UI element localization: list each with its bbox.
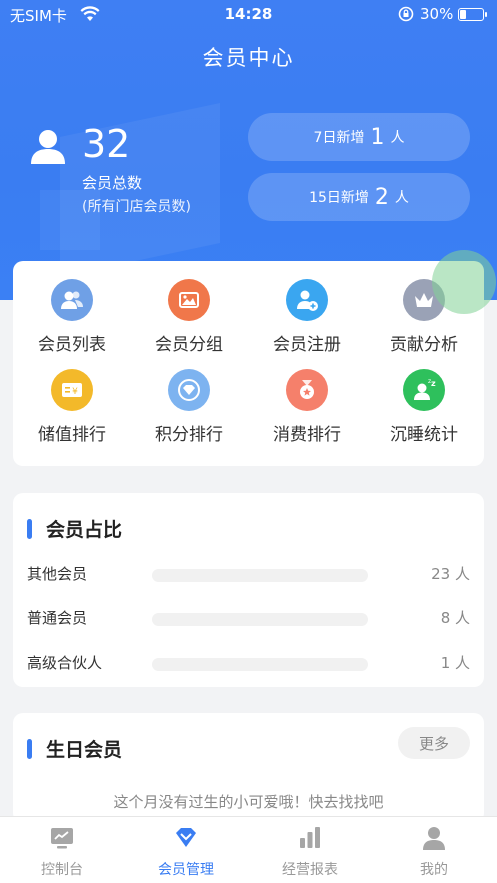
tab-label: 会员管理: [158, 862, 214, 878]
status-bar: 无SIM卡 14:28 30%: [0, 0, 497, 30]
svg-text:¥: ¥: [72, 387, 78, 397]
sleep-user-icon: zz: [403, 369, 445, 411]
menu-member-register[interactable]: 会员注册: [252, 279, 362, 355]
birthday-members-card: 生日会员 更多 这个月没有过生的小可爱哦！快去找找吧: [13, 713, 484, 823]
ratio-row-value: 23 人: [431, 565, 470, 583]
menu-label: 沉睡统计: [390, 425, 458, 445]
user-avatar-icon: [28, 126, 68, 166]
ratio-row: 普通会员 8 人: [27, 607, 470, 629]
birthday-empty-message: 这个月没有过生的小可爱哦！快去找找吧: [113, 793, 384, 811]
menu-label: 会员列表: [38, 335, 106, 355]
title-accent-bar: [27, 738, 32, 759]
ratio-row-name: 高级合伙人: [27, 654, 103, 672]
tab-member-management[interactable]: 会员管理: [124, 825, 248, 879]
ratio-progress-track: [152, 613, 368, 626]
ratio-row: 高级合伙人 1 人: [27, 652, 470, 674]
stored-value-icon: ¥: [51, 369, 93, 411]
member-manage-icon: [173, 825, 199, 851]
ratio-progress-track: [152, 658, 368, 671]
member-total-label: 会员总数: [82, 174, 143, 192]
new-15-value: 2: [374, 184, 389, 210]
member-total-count: 32: [82, 122, 131, 166]
dashboard-icon: [49, 825, 75, 851]
new-7-value: 1: [370, 124, 385, 150]
floating-assistant-button[interactable]: [432, 250, 496, 314]
menu-label: 会员分组: [155, 335, 223, 355]
new-7-label: 7日新增: [313, 130, 365, 146]
ratio-row-value: 1 人: [440, 654, 470, 672]
tab-label: 我的: [420, 862, 448, 878]
menu-member-group[interactable]: 会员分组: [134, 279, 244, 355]
new-members-7-days[interactable]: 7日新增 1 人: [248, 113, 470, 161]
bottom-tab-bar: 控制台 会员管理 经营报表 我的: [0, 816, 497, 883]
menu-label: 消费排行: [273, 425, 341, 445]
menu-sleep-statistics[interactable]: zz 沉睡统计: [369, 369, 479, 445]
ratio-row-value: 8 人: [440, 609, 470, 627]
member-list-icon: [51, 279, 93, 321]
menu-member-list[interactable]: 会员列表: [17, 279, 127, 355]
function-menu-card: 会员列表 会员分组 会员注册 贡献分析 ¥ 储值排行 积分排行 消费排行 z z…: [13, 261, 484, 466]
new-15-unit: 人: [394, 190, 409, 206]
tab-business-report[interactable]: 经营报表: [248, 825, 372, 879]
ratio-row-name: 普通会员: [27, 609, 88, 627]
battery-percent: 30%: [420, 5, 454, 23]
more-button[interactable]: 更多: [398, 727, 470, 759]
report-chart-icon: [297, 825, 323, 851]
battery-icon: [458, 8, 487, 21]
menu-stored-value-ranking[interactable]: ¥ 储值排行: [17, 369, 127, 445]
ratio-title: 会员占比: [46, 519, 123, 541]
diamond-icon: [168, 369, 210, 411]
title-accent-bar: [27, 518, 32, 539]
new-members-15-days[interactable]: 15日新增 2 人: [248, 173, 470, 221]
svg-text:z: z: [431, 379, 436, 388]
tab-mine[interactable]: 我的: [372, 825, 496, 879]
birthday-title: 生日会员: [46, 739, 123, 761]
menu-label: 储值排行: [38, 425, 106, 445]
tab-label: 控制台: [41, 862, 83, 878]
menu-label: 会员注册: [273, 335, 341, 355]
ratio-row: 其他会员 23 人: [27, 563, 470, 585]
profile-icon: [421, 825, 447, 851]
rotation-lock-icon: [398, 6, 414, 26]
birthday-section-title: 生日会员: [27, 735, 122, 762]
page-title: 会员中心: [202, 46, 295, 70]
menu-consumption-ranking[interactable]: 消费排行: [252, 369, 362, 445]
member-register-icon: [286, 279, 328, 321]
member-group-icon: [168, 279, 210, 321]
ratio-progress-track: [152, 569, 368, 582]
menu-points-ranking[interactable]: 积分排行: [134, 369, 244, 445]
menu-label: 贡献分析: [390, 335, 458, 355]
member-ratio-card: 会员占比 其他会员 23 人 普通会员 8 人 高级合伙人 1 人: [13, 493, 484, 687]
tab-dashboard[interactable]: 控制台: [0, 825, 124, 879]
new-15-label: 15日新增: [309, 190, 369, 206]
member-total-note: (所有门店会员数): [82, 199, 191, 215]
svg-text:z: z: [428, 378, 431, 385]
ratio-row-name: 其他会员: [27, 565, 88, 583]
menu-label: 积分排行: [155, 425, 223, 445]
new-7-unit: 人: [390, 130, 405, 146]
ratio-section-title: 会员占比: [27, 515, 122, 542]
medal-icon: [286, 369, 328, 411]
tab-label: 经营报表: [282, 862, 338, 878]
